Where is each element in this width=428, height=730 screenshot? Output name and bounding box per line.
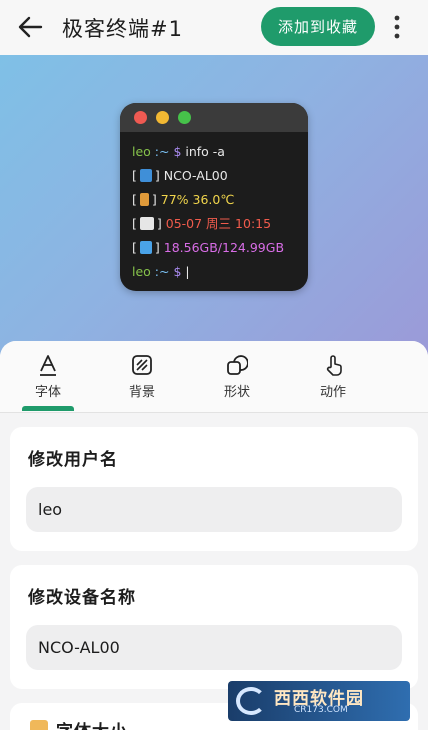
back-arrow-icon[interactable] — [14, 10, 48, 44]
tab-shape[interactable]: 形状 — [202, 353, 272, 400]
storage-line: [] 18.56GB/124.99GB — [132, 240, 285, 255]
more-options-icon[interactable] — [386, 12, 408, 42]
datetime-value: 05-07 周三 10:15 — [165, 216, 272, 231]
device-name-input[interactable]: NCO-AL00 — [26, 625, 402, 670]
calendar-icon — [139, 217, 154, 230]
prompt-line: leo :~ $ | — [132, 264, 190, 279]
storage-value: 18.56GB/124.99GB — [163, 240, 285, 255]
battery-line: [] 77% 36.0℃ — [132, 192, 235, 207]
tab-background[interactable]: 背景 — [107, 353, 177, 400]
command-text: info -a — [181, 144, 225, 159]
background-icon — [107, 353, 177, 377]
username-input[interactable]: leo — [26, 487, 402, 532]
add-to-favorites-button[interactable]: 添加到收藏 — [261, 7, 375, 46]
font-size-card-title: 字体大小 — [56, 717, 128, 730]
widget-preview: leo :~ $ info -a [] NCO-AL00 [] 77% 36.0… — [0, 55, 428, 355]
device-line: [] NCO-AL00 — [132, 168, 228, 183]
tab-font[interactable]: 字体 — [13, 353, 83, 400]
device-name-card-title: 修改设备名称 — [28, 588, 136, 608]
username-card: 修改用户名 leo — [10, 427, 418, 551]
page-title: 极客终端#1 — [62, 17, 183, 41]
cursor: | — [185, 264, 190, 279]
shape-icon — [202, 353, 272, 377]
active-tab-indicator — [22, 406, 74, 411]
prompt-user: leo — [132, 144, 151, 159]
floppy-disk-icon — [139, 241, 152, 254]
phone-icon — [139, 169, 152, 182]
minimize-dot-icon — [156, 111, 169, 124]
font-icon — [13, 353, 83, 377]
tab-action[interactable]: 动作 — [298, 353, 368, 400]
app-bar: 极客终端#1 添加到收藏 — [0, 0, 428, 55]
datetime-line: [] 05-07 周三 10:15 — [132, 216, 272, 231]
touch-icon — [298, 353, 368, 377]
watermark-emblem — [236, 687, 266, 715]
maximize-dot-icon — [178, 111, 191, 124]
tab-background-label: 背景 — [128, 385, 155, 400]
battery-status: 77% 36.0℃ — [160, 192, 235, 207]
device-name-card: 修改设备名称 NCO-AL00 — [10, 565, 418, 689]
font-size-icon — [30, 720, 48, 730]
terminal-titlebar — [120, 103, 308, 132]
username-card-title: 修改用户名 — [28, 450, 118, 470]
watermark-logo: 西西软件园 CR173.COM — [228, 681, 410, 721]
close-dot-icon — [134, 111, 147, 124]
watermark-url: CR173.COM — [294, 705, 348, 715]
command-line: leo :~ $ info -a — [132, 140, 308, 164]
tab-font-label: 字体 — [34, 385, 61, 400]
settings-tabs: 字体 背景 形状 动作 — [0, 341, 428, 413]
tab-shape-label: 形状 — [223, 385, 250, 400]
terminal-widget: leo :~ $ info -a [] NCO-AL00 [] 77% 36.0… — [120, 103, 308, 291]
device-name: NCO-AL00 — [163, 168, 228, 183]
tab-action-label: 动作 — [319, 385, 346, 400]
battery-icon — [139, 193, 149, 206]
terminal-output: leo :~ $ info -a [] NCO-AL00 [] 77% 36.0… — [120, 132, 308, 284]
prompt-path: :~ — [150, 144, 174, 159]
